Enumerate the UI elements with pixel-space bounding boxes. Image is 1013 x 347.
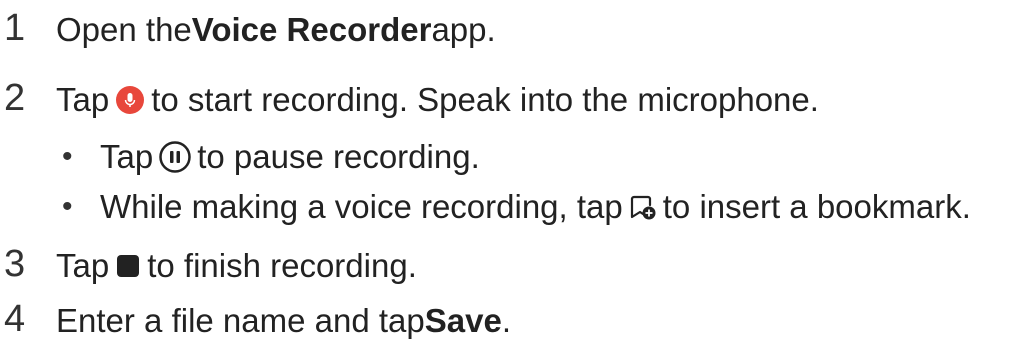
pause-icon [159,141,191,173]
bullet-text: to insert a bookmark. [662,188,971,225]
bullet-dot: • [62,190,73,223]
step-text: Open the [56,11,192,48]
step-number: 1 [4,7,26,49]
step-text: Tap [56,247,110,284]
step-number: 2 [4,77,26,119]
bullet-pause: • Tap to pause recording. [0,137,480,177]
record-mic-icon [115,85,145,115]
step-text: to start recording. Speak into the micro… [151,81,819,118]
step-1: 1 Open the Voice Recorder app. [0,7,496,50]
step-text: to finish recording. [147,247,417,284]
add-bookmark-icon [629,193,657,221]
save-label: Save [424,302,502,339]
step-number: 3 [4,243,26,285]
bullet-text: While making a voice recording, tap [100,188,623,225]
step-text: Tap [56,81,110,118]
stop-icon [115,253,141,279]
bullet-bookmark: • While making a voice recording, tap to… [0,187,971,227]
step-text: app. [431,11,496,48]
step-3: 3 Tap to finish recording. [0,243,417,286]
app-name: Voice Recorder [191,11,432,48]
step-4: 4 Enter a file name and tap Save. [0,298,511,341]
step-2: 2 Tap to start recording. Speak into the… [0,77,819,120]
bullet-text: to pause recording. [197,138,480,175]
bullet-text: Tap [100,138,154,175]
bullet-dot: • [62,140,73,173]
step-text: . [501,302,511,339]
step-number: 4 [4,298,26,340]
step-text: Enter a file name and tap [56,302,425,339]
